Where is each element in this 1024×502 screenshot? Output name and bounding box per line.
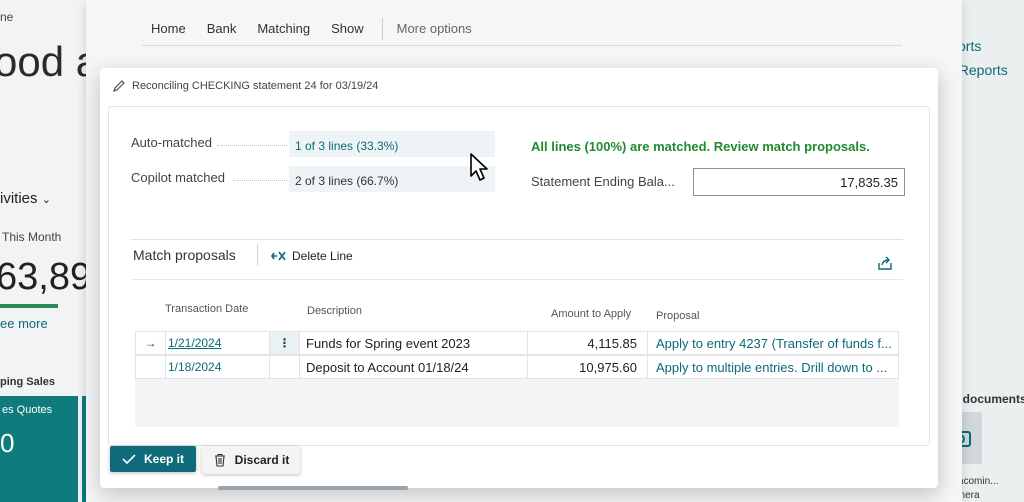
- leader-dots: [233, 180, 287, 181]
- column-amount-to-apply[interactable]: Amount to Apply: [551, 308, 631, 320]
- proposal-link[interactable]: Apply to multiple entries. Drill down to…: [648, 356, 898, 378]
- bg-documents-title: n documents: [952, 392, 1024, 406]
- table-row[interactable]: → 1/21/2024 ⋮ Funds for Spring event 202…: [135, 331, 899, 355]
- column-proposal[interactable]: Proposal: [656, 310, 699, 322]
- dialog-title: Reconciling CHECKING statement 24 for 03…: [132, 80, 379, 92]
- statement-balance-label: Statement Ending Bala...: [531, 174, 675, 189]
- discard-it-label: Discard it: [234, 453, 290, 467]
- amount-cell: 4,115.85: [528, 332, 648, 354]
- row-indicator: [136, 356, 166, 378]
- proposal-link[interactable]: Apply to entry 4237 (Transfer of funds f…: [648, 332, 898, 354]
- success-message: All lines (100%) are matched. Review mat…: [531, 139, 870, 154]
- bg-activities-menu[interactable]: ivities ⌄: [0, 190, 51, 207]
- top-navigation: Home Bank Matching Show More options: [142, 12, 902, 46]
- trash-icon: [214, 453, 225, 467]
- bg-tile-glyph: 0: [0, 428, 15, 458]
- toolbar-separator: [257, 244, 258, 266]
- dialog-header: Reconciling CHECKING statement 24 for 03…: [112, 76, 378, 96]
- description-cell: Deposit to Account 01/18/24: [300, 356, 528, 378]
- keep-it-button[interactable]: Keep it: [110, 446, 196, 472]
- bg-kpi-bar: [0, 304, 58, 308]
- column-description[interactable]: Description: [307, 305, 362, 317]
- checkmark-icon: [122, 454, 136, 465]
- nav-matching[interactable]: Matching: [257, 21, 310, 36]
- transaction-date-link[interactable]: 1/18/2024: [166, 356, 270, 378]
- bg-this-month-label: This Month: [2, 230, 62, 244]
- chevron-down-icon: ⌄: [41, 194, 51, 206]
- delete-line-label: Delete Line: [292, 249, 353, 263]
- amount-cell: 10,975.60: [528, 356, 648, 378]
- nav-show[interactable]: Show: [331, 21, 364, 36]
- auto-matched-value[interactable]: 1 of 3 lines (33.3%): [289, 131, 495, 157]
- nav-separator: [381, 17, 383, 40]
- nav-home[interactable]: Home: [151, 21, 186, 36]
- bg-see-more-link[interactable]: ee more: [0, 316, 48, 331]
- leader-dots: [217, 145, 287, 146]
- reconciliation-dialog: Reconciling CHECKING statement 24 for 03…: [100, 68, 938, 488]
- match-proposals-title: Match proposals: [133, 247, 236, 263]
- discard-it-button[interactable]: Discard it: [202, 446, 300, 474]
- delete-line-icon: [271, 251, 286, 261]
- statement-balance-input[interactable]: 17,835.35: [693, 168, 905, 196]
- row-actions-cell[interactable]: [270, 356, 300, 378]
- reconciliation-panel: Auto-matched 1 of 3 lines (33.3%) Copilo…: [108, 106, 930, 446]
- copilot-matched-label: Copilot matched: [131, 170, 225, 185]
- bg-sales-section-title: ping Sales: [0, 376, 56, 388]
- pencil-icon: [113, 80, 125, 92]
- row-actions-icon[interactable]: ⋮: [270, 332, 300, 354]
- bg-tile-label: es Quotes: [2, 404, 53, 416]
- copilot-matched-value: 2 of 3 lines (66.7%): [289, 166, 495, 192]
- column-transaction-date[interactable]: Transaction Date: [165, 303, 248, 315]
- divider: [131, 239, 903, 240]
- share-icon[interactable]: [877, 255, 893, 271]
- bg-kpi-value: 63,89: [0, 256, 92, 298]
- scroll-indicator: [218, 486, 408, 490]
- nav-more-options[interactable]: More options: [397, 21, 472, 36]
- table-row[interactable]: 1/18/2024 Deposit to Account 01/18/24 10…: [135, 355, 899, 379]
- transaction-date-link[interactable]: 1/21/2024: [166, 332, 270, 354]
- nav-bank[interactable]: Bank: [207, 21, 237, 36]
- row-selected-arrow-icon: →: [136, 332, 166, 354]
- bg-greeting-text: ood a: [0, 38, 100, 85]
- bg-home-label: ne: [0, 10, 14, 24]
- grid-body: → 1/21/2024 ⋮ Funds for Spring event 202…: [135, 331, 899, 427]
- auto-matched-label: Auto-matched: [131, 135, 212, 150]
- mouse-cursor-icon: [470, 153, 488, 181]
- delete-line-button[interactable]: Delete Line: [271, 249, 353, 263]
- divider: [131, 279, 903, 280]
- keep-it-label: Keep it: [143, 452, 184, 466]
- description-cell: Funds for Spring event 2023: [300, 332, 528, 354]
